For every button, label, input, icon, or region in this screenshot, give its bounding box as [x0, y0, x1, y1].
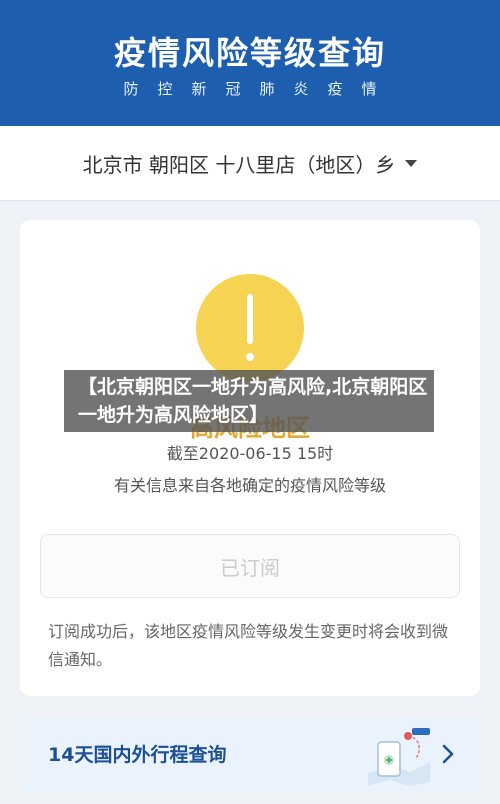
chevron-right-icon[interactable] — [442, 744, 454, 764]
map-route-icon — [368, 728, 430, 786]
location-selector[interactable]: 北京市 朝阳区 十八里店（地区）乡 — [0, 126, 500, 201]
location-text: 北京市 朝阳区 十八里店（地区）乡 — [82, 152, 396, 177]
as-of-timestamp: 截至2020-06-15 15时 — [166, 444, 334, 463]
subscribe-message: 订阅成功后，该地区疫情风险等级发生变更时将会收到微信通知。 — [48, 622, 449, 669]
source-note: 有关信息来自各地确定的疫情风险等级 — [113, 476, 386, 495]
trip-query-label: 14天国内外行程查询 — [48, 744, 227, 766]
page-subtitle: 防控新冠肺炎疫情 — [123, 80, 396, 98]
page-title: 疫情风险等级查询 — [113, 34, 386, 72]
news-caption-overlay: 【北京朝阳区一地升为高风险,北京朝阳区一地升为高风险地区】 — [64, 370, 434, 432]
subscribed-button[interactable]: 已订阅 — [40, 534, 460, 598]
trip-query-link[interactable]: 14天国内外行程查询 — [20, 716, 480, 792]
exclamation-icon — [196, 274, 304, 382]
caret-down-icon — [405, 159, 418, 167]
risk-card: 高风险地区 截至2020-06-15 15时 有关信息来自各地确定的疫情风险等级… — [20, 220, 480, 696]
app-header: 疫情风险等级查询 防控新冠肺炎疫情 — [0, 0, 500, 126]
